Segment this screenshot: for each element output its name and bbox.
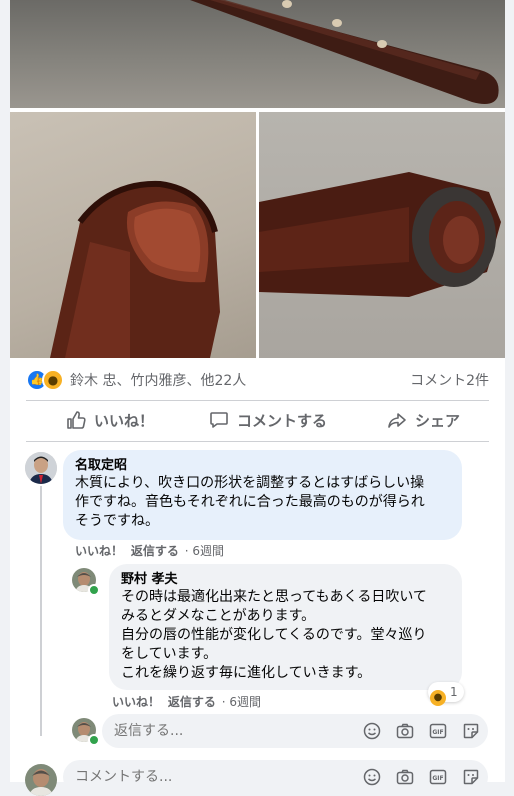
like-button-label: いいね！ [94, 412, 155, 430]
post-actions: いいね！ コメントする シェア [26, 402, 489, 440]
gif-icon[interactable]: GIF [429, 722, 447, 740]
svg-text:GIF: GIF [432, 729, 443, 736]
avatar[interactable] [25, 764, 57, 796]
reply-reaction-badge[interactable]: ● 1 [428, 682, 464, 706]
comment-icon [210, 412, 228, 428]
emoji-icon[interactable] [363, 768, 381, 786]
comment-bubble: 名取定昭 木質により、吹き口の形状を調整するとはすばらしい操 作ですね。音色もそ… [63, 450, 462, 540]
composer-tools: GIF [353, 768, 480, 786]
share-icon [388, 413, 406, 428]
comment-time[interactable]: · 6週間 [185, 544, 224, 558]
svg-text:GIF: GIF [432, 775, 443, 782]
like-button[interactable]: いいね！ [66, 410, 154, 432]
online-status-dot [88, 734, 100, 746]
camera-icon[interactable] [396, 722, 414, 740]
thread-line [40, 486, 42, 736]
comment-reply-link[interactable]: 返信する [131, 544, 179, 558]
share-button[interactable]: シェア [387, 410, 460, 432]
composer-tools: GIF [353, 722, 480, 740]
post-photo-mouthpiece-left[interactable] [10, 112, 256, 358]
sticker-icon[interactable] [462, 722, 480, 740]
reactions-summary[interactable]: 👍 ● 鈴木 忠、竹内雅彦、他22人 コメント2件 [26, 366, 489, 392]
comment-count[interactable]: コメント2件 [410, 370, 489, 390]
reply-author[interactable]: 野村 孝夫 [121, 572, 450, 588]
camera-icon[interactable] [396, 768, 414, 786]
comment-button-label: コメントする [237, 412, 328, 430]
reply-input-box: GIF [102, 714, 488, 748]
post-card: 👍 ● 鈴木 忠、竹内雅彦、他22人 コメント2件 いいね！ コメントする シェ… [10, 0, 505, 796]
comment-like-link[interactable]: いいね！ [75, 544, 123, 558]
reply-input[interactable] [114, 714, 314, 748]
reply-reaction-count: 1 [450, 685, 458, 699]
divider [26, 400, 489, 401]
comment-author[interactable]: 名取定昭 [75, 458, 450, 474]
sticker-icon[interactable] [462, 768, 480, 786]
gif-icon[interactable]: GIF [429, 768, 447, 786]
reply-bubble: 野村 孝夫 その時は最適化出来たと思ってもあくる日吹いて みるとダメなことがあり… [109, 564, 462, 690]
reply-like-link[interactable]: いいね！ [112, 695, 160, 709]
reply-text: その時は最適化出来たと思ってもあくる日吹いて みるとダメなことがあります。 自分… [121, 589, 427, 681]
comment-input-box: GIF [63, 760, 488, 794]
post-photo-flute-top[interactable] [10, 0, 505, 108]
reply-reply-link[interactable]: 返信する [168, 695, 216, 709]
comment-input[interactable] [75, 760, 275, 794]
online-status-dot [88, 584, 100, 596]
divider [26, 441, 489, 442]
share-button-label: シェア [415, 412, 461, 430]
reactor-names[interactable]: 鈴木 忠、竹内雅彦、他22人 [70, 370, 246, 390]
post-photo-mouthpiece-right[interactable] [259, 112, 505, 358]
wow-icon: ● [42, 369, 64, 391]
reply-time[interactable]: · 6週間 [222, 695, 261, 709]
thumbs-up-icon [67, 411, 86, 429]
avatar[interactable] [25, 452, 57, 484]
reaction-icons: 👍 ● [26, 369, 66, 391]
reply-meta: いいね！ 返信する · 6週間 [112, 693, 261, 710]
wow-icon: ● [430, 690, 446, 706]
comment-meta: いいね！ 返信する · 6週間 [75, 542, 224, 559]
comment-text: 木質により、吹き口の形状を調整するとはすばらしい操 作ですね。音色もそれぞれに合… [75, 475, 425, 529]
emoji-icon[interactable] [363, 722, 381, 740]
comment-button[interactable]: コメントする [209, 410, 327, 432]
